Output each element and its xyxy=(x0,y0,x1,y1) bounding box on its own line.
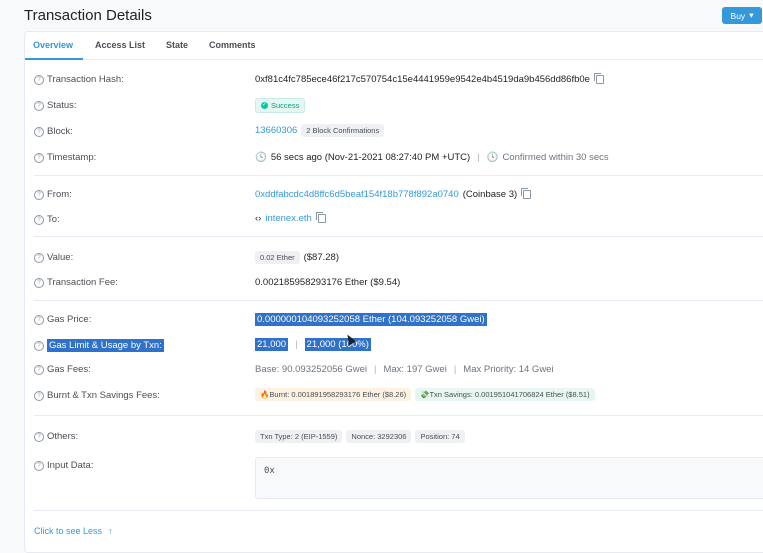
label-transaction-hash: ? Transaction Hash: xyxy=(34,74,124,85)
divider xyxy=(34,236,763,237)
label-to: ? To: xyxy=(34,214,60,225)
to-address-link[interactable]: intenex.eth xyxy=(265,213,311,224)
value-transaction-hash: 0xf81c4fc785ece46f217c570754c15e4441959e… xyxy=(255,73,604,85)
tab-state[interactable]: State xyxy=(166,40,188,50)
question-icon[interactable]: ? xyxy=(34,277,44,288)
nonce-badge: Nonce: 3292306 xyxy=(346,430,412,443)
question-icon[interactable]: ? xyxy=(34,314,44,325)
gas-max-fee: Max: 197 Gwei xyxy=(383,364,447,375)
contract-icon: ‹› xyxy=(255,213,262,224)
label-gas-limit: ? Gas Limit & Usage by Txn: xyxy=(34,339,164,352)
label-block: ? Block: xyxy=(34,126,73,137)
question-icon[interactable]: ? xyxy=(34,390,44,401)
label-gas-price: ? Gas Price: xyxy=(34,314,91,325)
status-badge: ✓ Success xyxy=(255,98,306,113)
divider xyxy=(34,415,763,416)
value-to: ‹› intenex.eth xyxy=(255,212,326,224)
active-tab-indicator xyxy=(25,58,83,60)
divider xyxy=(34,510,763,511)
label-gas-fees: ? Gas Fees: xyxy=(34,364,91,375)
tab-comments[interactable]: Comments xyxy=(209,40,256,50)
value-from: 0xddfabcdc4d8ffc6d5beaf154f18b778f892a07… xyxy=(255,188,532,200)
usd-value: ($87.28) xyxy=(303,252,339,263)
value-block: 13660306 2 Block Confirmations xyxy=(255,124,385,137)
ether-value-badge: 0.02 Ether xyxy=(255,251,300,264)
divider xyxy=(34,300,763,301)
label-timestamp: ? Timestamp: xyxy=(34,152,96,163)
label-others: ? Others: xyxy=(34,431,78,442)
question-icon[interactable]: ? xyxy=(34,340,44,351)
gas-max-priority-fee: Max Priority: 14 Gwei xyxy=(463,364,554,375)
block-confirmations-badge: 2 Block Confirmations xyxy=(301,124,385,137)
gas-usage-text: 21,000 (100%) xyxy=(304,338,371,351)
chevron-down-icon: ▾ xyxy=(749,10,754,20)
transaction-hash: 0xf81c4fc785ece46f217c570754c15e4441959e… xyxy=(255,74,590,85)
clock-icon: 🕓 xyxy=(255,152,267,163)
burnt-fee-badge: 🔥Burnt: 0.001891958293176 Ether ($8.26) xyxy=(255,388,412,401)
value-timestamp: 🕓 56 secs ago (Nov-21-2021 08:27:40 PM +… xyxy=(255,152,609,163)
transaction-card: Overview Access List State Comments ? Tr… xyxy=(24,31,763,553)
label-burnt-fees: ? Burnt & Txn Savings Fees: xyxy=(34,390,160,401)
question-icon[interactable]: ? xyxy=(34,364,44,375)
value-status: ✓ Success xyxy=(255,98,306,113)
gas-base-fee: Base: 90.093252056 Gwei xyxy=(255,364,367,375)
question-icon[interactable]: ? xyxy=(34,189,44,200)
buy-button[interactable]: Buy ▾ xyxy=(722,7,762,24)
label-value: ? Value: xyxy=(34,252,73,263)
question-icon[interactable]: ? xyxy=(34,126,44,137)
txn-type-badge: Txn Type: 2 (EIP-1559) xyxy=(255,430,343,443)
tab-overview[interactable]: Overview xyxy=(33,40,73,50)
from-address-tag: (Coinbase 3) xyxy=(462,189,518,200)
timestamp-text: 56 secs ago (Nov-21-2021 08:27:40 PM +UT… xyxy=(270,152,471,163)
value-value: 0.02 Ether ($87.28) xyxy=(255,251,339,264)
value-gas-fees: Base: 90.093252056 Gwei | Max: 197 Gwei … xyxy=(255,364,554,375)
check-circle-icon: ✓ xyxy=(261,102,268,109)
question-icon[interactable]: ? xyxy=(34,252,44,263)
txn-savings-badge: 💸Txn Savings: 0.001951041706824 Ether ($… xyxy=(415,388,595,401)
label-from: ? From: xyxy=(34,189,72,200)
question-icon[interactable]: ? xyxy=(34,74,44,85)
question-icon[interactable]: ? xyxy=(34,214,44,225)
clock-icon: 🕓 xyxy=(486,152,499,163)
value-others: Txn Type: 2 (EIP-1559) Nonce: 3292306 Po… xyxy=(255,430,465,443)
confirmed-within-text: Confirmed within 30 secs xyxy=(502,152,609,163)
copy-icon[interactable] xyxy=(521,188,532,199)
arrow-up-icon: ↑ xyxy=(108,526,113,536)
from-address-link[interactable]: 0xddfabcdc4d8ffc6d5beaf154f18b778f892a07… xyxy=(255,189,459,200)
tab-bar: Overview Access List State Comments xyxy=(25,32,763,60)
label-status: ? Status: xyxy=(34,100,77,111)
value-burnt-fees: 🔥Burnt: 0.001891958293176 Ether ($8.26) … xyxy=(255,388,595,401)
copy-icon[interactable] xyxy=(593,73,604,84)
input-data-text: 0x xyxy=(264,466,275,476)
label-input-data: ? Input Data: xyxy=(34,460,93,471)
gas-price-text: 0.000000104093252058 Ether (104.09325205… xyxy=(255,313,487,326)
copy-icon[interactable] xyxy=(315,212,326,223)
tab-access-list[interactable]: Access List xyxy=(95,40,145,50)
buy-label: Buy xyxy=(730,10,746,21)
value-gas-price: 0.000000104093252058 Ether (104.09325205… xyxy=(255,313,487,326)
question-icon[interactable]: ? xyxy=(34,460,44,471)
value-transaction-fee: 0.002185958293176 Ether ($9.54) xyxy=(255,277,401,288)
block-number-link[interactable]: 13660306 xyxy=(255,125,297,136)
position-badge: Position: 74 xyxy=(415,430,465,443)
label-transaction-fee: ? Transaction Fee: xyxy=(34,277,118,288)
gas-limit-text: 21,000 xyxy=(255,338,289,351)
question-icon[interactable]: ? xyxy=(34,100,44,111)
question-icon[interactable]: ? xyxy=(34,152,44,163)
input-data-box[interactable]: 0x xyxy=(255,457,763,499)
divider xyxy=(34,175,763,176)
see-less-link[interactable]: Click to see Less ↑ xyxy=(34,526,113,536)
question-icon[interactable]: ? xyxy=(34,431,44,442)
page-title: Transaction Details xyxy=(24,7,152,24)
